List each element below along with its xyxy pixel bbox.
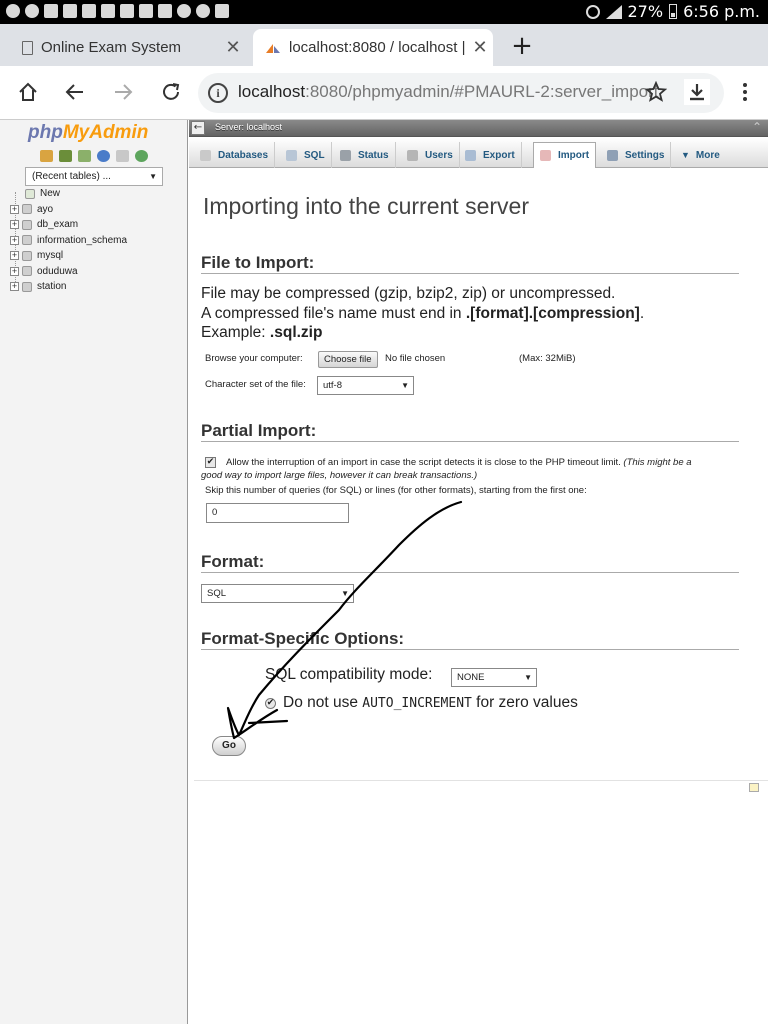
phpmyadmin-favicon-icon: [266, 43, 280, 53]
check-icon: [101, 4, 115, 18]
battery-icon: [669, 4, 678, 19]
download-icon: [690, 84, 704, 101]
signal-icon: [605, 4, 622, 19]
tab-title: Online Exam System: [41, 39, 182, 56]
notification-icons: [6, 4, 229, 18]
close-icon[interactable]: ✕: [220, 37, 246, 58]
phone-icon: [196, 4, 210, 18]
main-panel: ← Server: localhost ⌃ Databases SQL Stat…: [189, 120, 768, 1024]
menu-button[interactable]: [732, 79, 758, 105]
nav-icon-bar: [40, 150, 148, 162]
tree-item-db[interactable]: + mysql: [10, 248, 185, 264]
info-icon[interactable]: i: [208, 83, 228, 103]
url-text[interactable]: localhost:8080/phpmyadmin/#PMAURL-2:serv…: [238, 82, 658, 102]
tree-item-db[interactable]: + db_exam: [10, 217, 185, 233]
expand-icon[interactable]: +: [10, 266, 19, 276]
download-button[interactable]: [684, 79, 710, 105]
query-window-icon[interactable]: [78, 150, 91, 162]
whatsapp-icon: [25, 4, 39, 18]
tree-item-db[interactable]: + station: [10, 279, 185, 295]
phpmyadmin-logo[interactable]: phpMyAdmin: [28, 122, 148, 144]
star-button[interactable]: [643, 79, 669, 105]
new-tab-button[interactable]: +: [508, 32, 536, 60]
back-arrow-icon: [65, 84, 83, 100]
reload-icon: [163, 83, 180, 100]
status-bar: 27% 6:56 p.m.: [0, 0, 768, 24]
reload-button[interactable]: [158, 79, 184, 105]
tab-title: localhost:8080 / localhost | p: [289, 39, 467, 56]
clock: 6:56 p.m.: [683, 2, 760, 21]
star-icon: [645, 81, 667, 102]
expand-icon[interactable]: +: [10, 220, 19, 230]
database-icon: [22, 204, 32, 215]
twitter-icon: [177, 4, 191, 18]
navigation-panel: phpMyAdmin (Recent tables) ... ▼ New + ay…: [0, 120, 188, 1024]
home-icon: [19, 82, 37, 101]
docs-icon[interactable]: [116, 150, 129, 162]
tab-strip: Online Exam System ✕ localhost:8080 / lo…: [0, 24, 768, 66]
sticker-icon: [139, 4, 153, 18]
expand-icon[interactable]: +: [10, 251, 19, 261]
image-icon: [120, 4, 134, 18]
browser-tab-exam[interactable]: Online Exam System ✕: [10, 29, 246, 66]
forward-arrow-icon: [115, 84, 133, 100]
recent-tables-select[interactable]: (Recent tables) ... ▼: [25, 167, 163, 186]
expand-icon[interactable]: +: [10, 282, 19, 292]
database-icon: [22, 281, 32, 292]
alarm-icon: [585, 4, 600, 19]
back-button[interactable]: [62, 79, 88, 105]
tree-item-new[interactable]: New: [10, 186, 185, 202]
tree-item-db[interactable]: + ayo: [10, 202, 185, 218]
page-icon: [22, 40, 33, 55]
check-icon: [63, 4, 77, 18]
reload-icon[interactable]: [135, 150, 148, 162]
new-db-icon: [25, 188, 35, 199]
kebab-menu-icon: [743, 83, 747, 101]
home-icon[interactable]: [40, 150, 53, 162]
database-icon: [22, 250, 32, 261]
tree-item-db[interactable]: + oduduwa: [10, 264, 185, 280]
close-icon[interactable]: ✕: [467, 37, 493, 58]
database-icon: [22, 219, 32, 230]
database-icon: [22, 235, 32, 246]
gallery-icon: [44, 4, 58, 18]
mail-icon: [158, 4, 172, 18]
browser-tab-phpmyadmin[interactable]: localhost:8080 / localhost | p ✕: [253, 29, 493, 66]
help-icon[interactable]: [97, 150, 110, 162]
annotation-arrow: [226, 500, 463, 740]
calendar-icon: [215, 4, 229, 18]
battery-percent: 27%: [627, 2, 664, 21]
database-tree: New + ayo + db_exam + information_schema…: [10, 186, 185, 295]
database-icon: [22, 266, 32, 277]
home-button[interactable]: [15, 79, 41, 105]
logout-icon[interactable]: [59, 150, 72, 162]
expand-icon[interactable]: +: [10, 235, 19, 245]
forward-button[interactable]: [110, 79, 136, 105]
tree-item-db[interactable]: + information_schema: [10, 233, 185, 249]
twitter-icon: [6, 4, 20, 18]
check-icon: [82, 4, 96, 18]
expand-icon[interactable]: +: [10, 204, 19, 214]
